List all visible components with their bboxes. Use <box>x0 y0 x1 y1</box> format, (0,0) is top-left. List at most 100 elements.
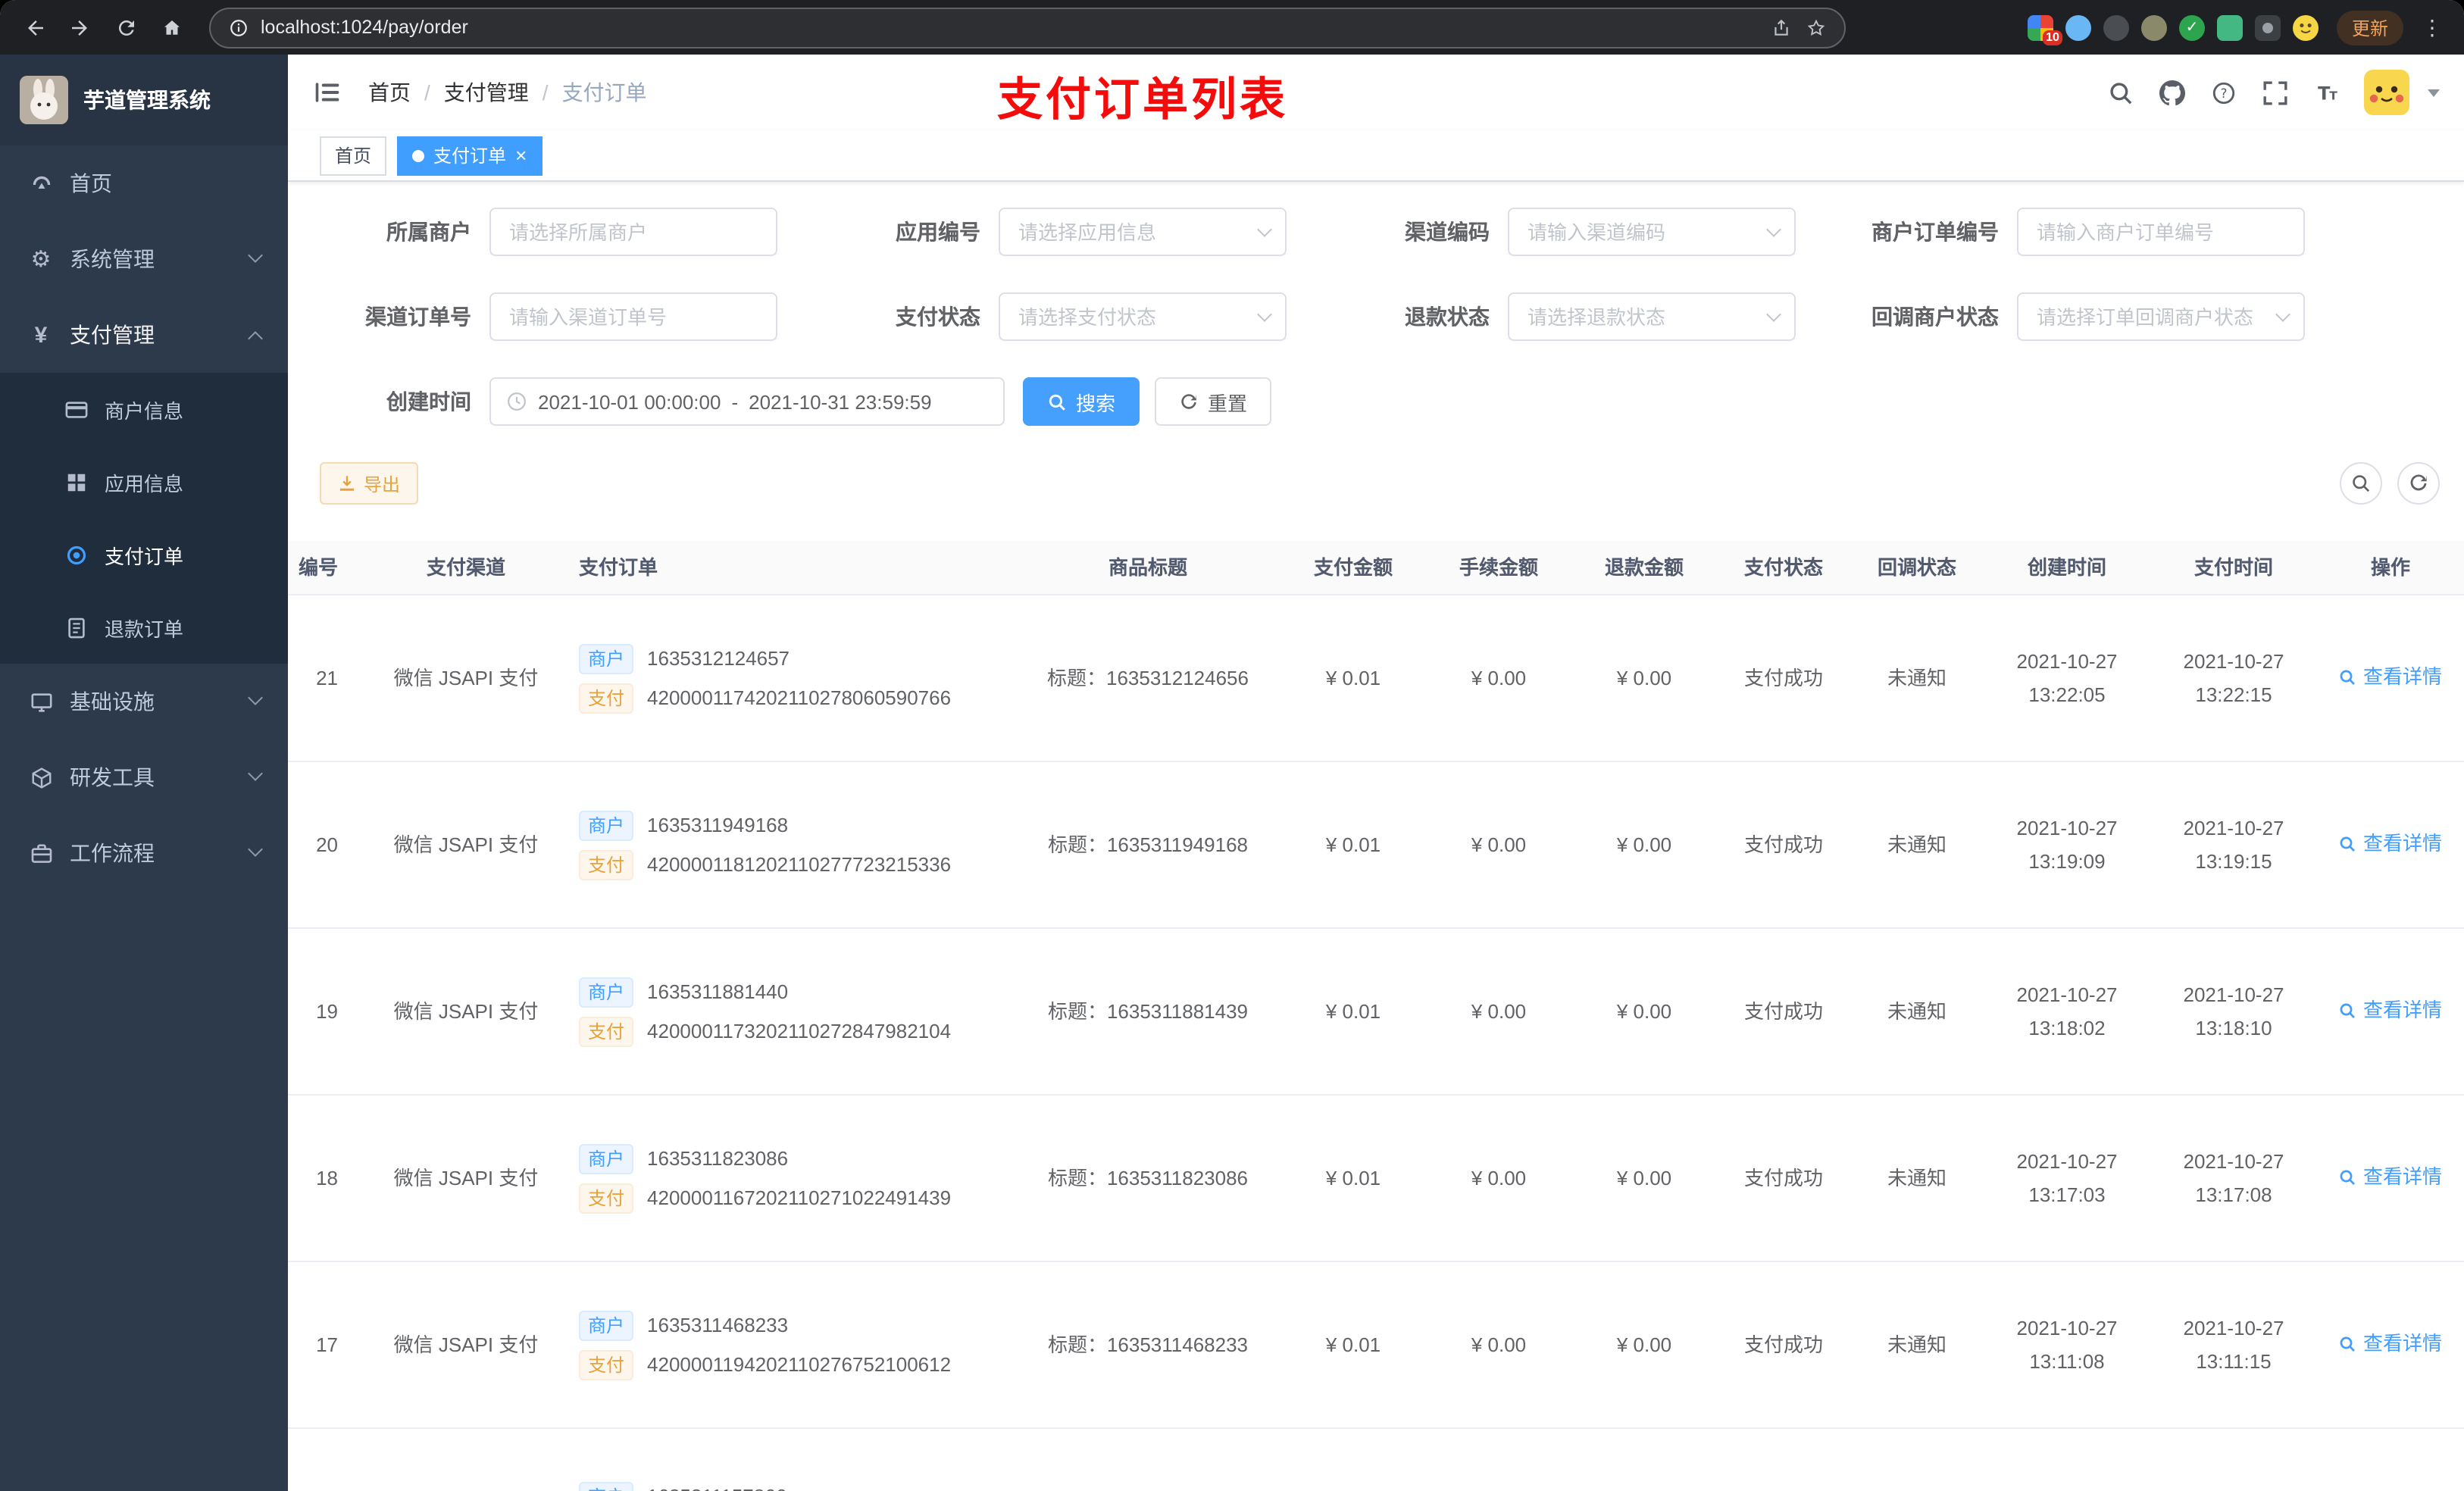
filter-create-time: 创建时间 2021-10-01 00:00:00 - 2021-10-31 23… <box>320 377 1005 426</box>
github-icon[interactable] <box>2149 70 2194 115</box>
table-row: 商户 1635311157866 支付 标题： <box>288 1429 2464 1491</box>
search-icon[interactable] <box>2097 70 2143 115</box>
extension-icon[interactable] <box>2216 14 2243 40</box>
merchant-order-no: 1635311157866 <box>647 1477 786 1491</box>
yen-icon: ¥ <box>34 322 48 348</box>
sidebar-item-infra[interactable]: 基础设施 <box>0 664 288 739</box>
cell-create-time: 2021-10-27 13:22:05 <box>2016 649 2118 705</box>
merchant-order-no-input[interactable] <box>2017 208 2305 256</box>
cell-refund: ¥ 0.00 <box>1616 999 1672 1022</box>
view-detail-link[interactable]: 查看详情 <box>2339 993 2442 1027</box>
view-detail-link[interactable]: 查看详情 <box>2339 827 2442 860</box>
font-size-icon[interactable]: TT <box>2303 70 2349 115</box>
target-icon <box>64 542 88 567</box>
app-logo[interactable]: 芋道管理系统 <box>0 55 288 145</box>
user-avatar[interactable] <box>2364 70 2409 115</box>
refund-status-select[interactable] <box>1508 292 1796 341</box>
sidebar-item-refund-order[interactable]: 退款订单 <box>0 591 288 664</box>
refresh-table-icon[interactable] <box>2397 462 2440 505</box>
cell-id: 18 <box>316 1166 338 1189</box>
hamburger-icon[interactable] <box>311 76 344 109</box>
cell-channel: 微信 JSAPI 支付 <box>393 999 539 1022</box>
fullscreen-icon[interactable] <box>2252 70 2297 115</box>
cell-notify-status: 未通知 <box>1887 666 1946 689</box>
merchant-badge: 商户 <box>579 977 634 1007</box>
browser-reload-icon[interactable] <box>106 8 145 47</box>
merchant-order-no: 1635311949168 <box>647 813 789 836</box>
sidebar-item-merchant-info[interactable]: 商户信息 <box>0 373 288 445</box>
browser-update-button[interactable]: 更新 <box>2336 10 2403 45</box>
sidebar-item-app-info[interactable]: 应用信息 <box>0 445 288 518</box>
merchant-order-no: 1635311823086 <box>647 1146 789 1169</box>
sidebar-item-pay[interactable]: ¥ 支付管理 <box>0 297 288 373</box>
extension-icon[interactable]: 10 <box>2027 14 2062 45</box>
cell-refund: ¥ 0.00 <box>1616 666 1672 689</box>
channel-code-select[interactable] <box>1508 208 1796 256</box>
logo-image <box>20 76 68 124</box>
bookmark-star-icon[interactable] <box>1806 17 1826 37</box>
extension-icon[interactable] <box>2103 14 2129 40</box>
notify-status-select[interactable] <box>2017 292 2305 341</box>
pay-badge: 支付 <box>579 849 634 880</box>
cell-order: 商户 1635311157866 支付 <box>561 1477 1015 1491</box>
table-header: 编号 支付渠道 支付订单 商品标题 支付金额 手续金额 退款金额 支付状态 回调… <box>288 541 2464 595</box>
view-detail-link[interactable]: 查看详情 <box>2339 1160 2442 1193</box>
top-navbar: 首页 / 支付管理 / 支付订单 ? T T <box>288 55 2464 130</box>
cell-pay-time: 2021-10-27 13:19:15 <box>2183 816 2284 872</box>
merchant-badge: 商户 <box>579 1143 634 1174</box>
cell-pay-time: 2021-10-27 13:22:15 <box>2183 649 2284 705</box>
merchant-badge: 商户 <box>579 810 634 840</box>
breadcrumb-home[interactable]: 首页 <box>368 77 411 108</box>
extension-pin-icon[interactable] <box>2254 14 2281 40</box>
cell-id: 20 <box>316 833 338 855</box>
filter-notify-status: 回调商户状态 <box>1847 292 2305 341</box>
toggle-search-icon[interactable] <box>2340 462 2382 505</box>
search-icon <box>2340 669 2356 684</box>
date-range-picker[interactable]: 2021-10-01 00:00:00 - 2021-10-31 23:59:5… <box>489 377 1005 426</box>
view-detail-link[interactable]: 查看详情 <box>2339 1327 2442 1360</box>
share-icon[interactable] <box>1771 17 1791 37</box>
tab-home[interactable]: 首页 <box>320 136 387 175</box>
filter-app-id: 应用编号 <box>829 208 1287 256</box>
tab-pay-order[interactable]: 支付订单 × <box>397 136 543 175</box>
export-button[interactable]: 导出 <box>320 462 419 505</box>
app-id-select[interactable] <box>999 208 1287 256</box>
cell-order: 商户 1635311949168 支付 42000011812021102777… <box>561 805 1015 884</box>
extension-check-icon[interactable]: ✓ <box>2178 14 2205 40</box>
merchant-badge: 商户 <box>579 643 634 674</box>
close-icon[interactable]: × <box>515 145 527 165</box>
svg-text:?: ? <box>2219 86 2226 101</box>
sidebar-item-dev-tools[interactable]: 研发工具 <box>0 739 288 815</box>
sidebar-item-system[interactable]: ⚙ 系统管理 <box>0 221 288 297</box>
browser-back-icon[interactable] <box>15 8 55 47</box>
search-icon <box>2340 1336 2356 1351</box>
view-detail-link[interactable]: 查看详情 <box>2339 660 2442 693</box>
breadcrumb-pay[interactable]: 支付管理 <box>444 77 529 108</box>
table-tools <box>2340 462 2440 505</box>
chevron-down-icon <box>248 690 263 705</box>
profile-avatar-icon[interactable] <box>2292 14 2319 40</box>
browser-home-icon[interactable] <box>152 8 191 47</box>
extension-tray: 10 ✓ 更新 ⋮ <box>2027 10 2449 45</box>
reset-button[interactable]: 重置 <box>1155 377 1272 426</box>
pay-status-select[interactable] <box>999 292 1287 341</box>
sidebar-item-pay-order[interactable]: 支付订单 <box>0 518 288 591</box>
filter-refund-status: 退款状态 <box>1338 292 1796 341</box>
extension-icon[interactable] <box>2065 14 2091 40</box>
search-button[interactable]: 搜索 <box>1023 377 1140 426</box>
avatar-caret-icon[interactable] <box>2428 89 2440 96</box>
browser-forward-icon[interactable] <box>61 8 100 47</box>
merchant-input[interactable] <box>489 208 777 256</box>
browser-menu-icon[interactable]: ⋮ <box>2416 14 2449 40</box>
cell-order: 商户 1635311823086 支付 42000011672021102710… <box>561 1139 1015 1217</box>
filter-channel-code: 渠道编码 <box>1338 208 1796 256</box>
url-text[interactable]: localhost:1024/pay/order <box>261 17 1759 38</box>
extension-icon[interactable] <box>2140 14 2167 40</box>
help-icon[interactable]: ? <box>2200 70 2246 115</box>
sidebar-item-home[interactable]: 首页 <box>0 145 288 221</box>
merchant-order-no: 1635311468233 <box>647 1313 789 1336</box>
merchant-order-no: 1635312124657 <box>647 646 790 669</box>
channel-order-no-input[interactable] <box>489 292 777 341</box>
url-bar[interactable]: localhost:1024/pay/order <box>209 7 1846 48</box>
sidebar-item-workflow[interactable]: 工作流程 <box>0 815 288 891</box>
